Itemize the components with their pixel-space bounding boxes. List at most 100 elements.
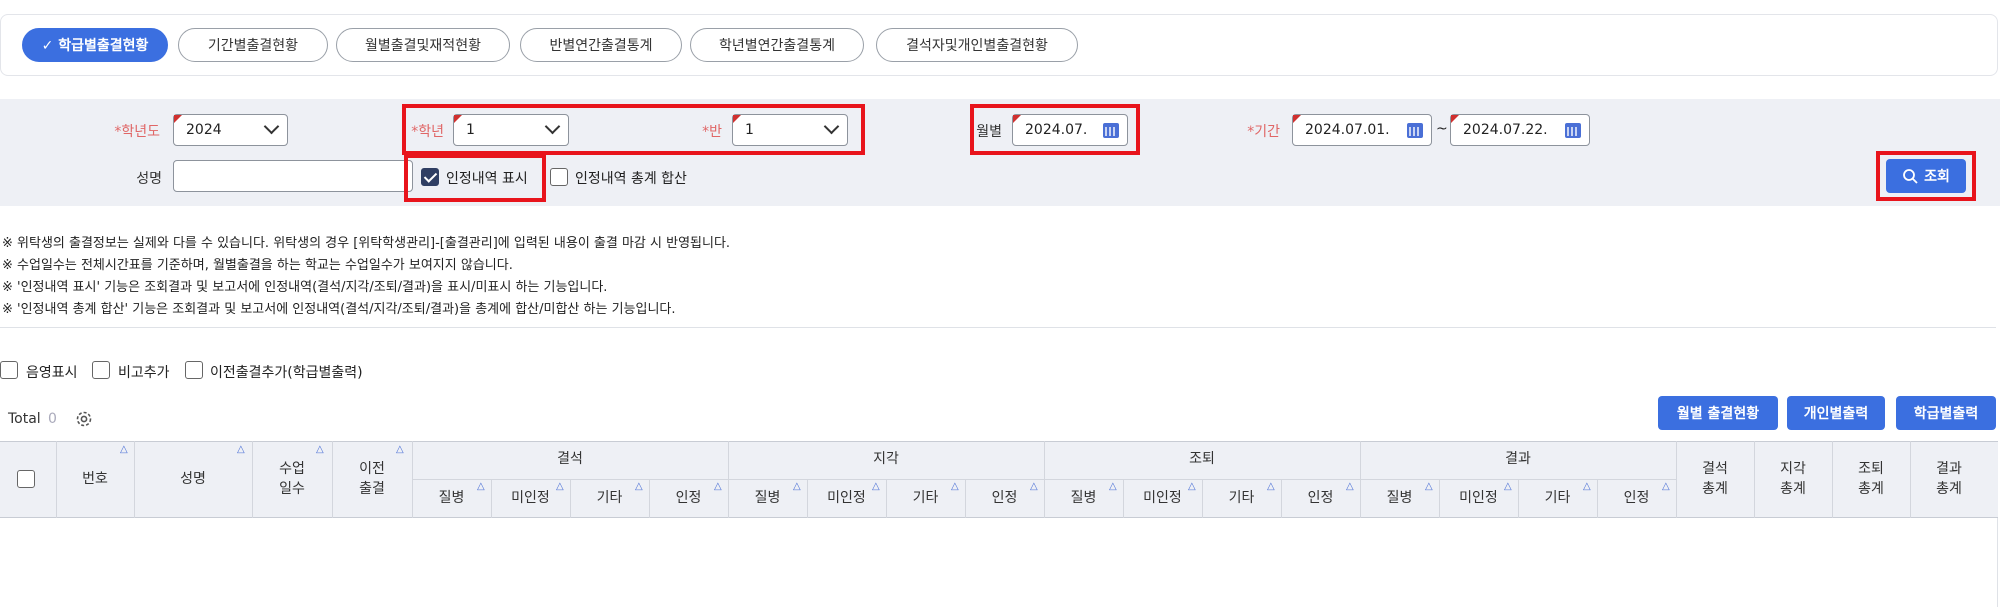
sort-icon[interactable]: △ <box>1425 481 1433 492</box>
period-end-picker[interactable]: 2024.07.22. <box>1450 114 1590 146</box>
sort-icon[interactable]: △ <box>951 481 959 492</box>
sort-icon[interactable]: △ <box>316 444 324 455</box>
col-divider <box>1910 441 1911 518</box>
col-divider <box>1754 441 1755 518</box>
col-divider <box>134 441 135 518</box>
search-button-label: 조회 <box>1924 169 1950 185</box>
col-divider <box>570 479 571 518</box>
th-name[interactable]: 성명 <box>134 441 252 518</box>
note-3: ※ '인정내역 표시' 기능은 조회결과 및 보고서에 인정내역(결석/지각/조… <box>2 280 608 295</box>
col-divider <box>252 441 253 518</box>
th-total[interactable]: 지각 총계 <box>1754 441 1832 518</box>
sort-icon[interactable]: △ <box>1583 481 1591 492</box>
sort-icon[interactable]: △ <box>477 481 485 492</box>
school-year-value: 2024 <box>186 122 222 138</box>
month-picker[interactable]: 2024.07. <box>1012 114 1128 146</box>
th-total[interactable]: 결과 총계 <box>1910 441 1988 518</box>
sum-approved-label: 인정내역 총계 합산 <box>575 171 687 187</box>
show-approved-checkbox[interactable] <box>421 168 439 186</box>
sort-icon[interactable]: △ <box>1504 481 1512 492</box>
col-divider <box>886 479 887 518</box>
total-label: Total <box>8 411 41 427</box>
class-select[interactable]: 1 <box>732 114 848 146</box>
period-tilde: ~ <box>1436 121 1448 137</box>
th-group: 결과 <box>1505 451 1531 468</box>
sort-icon[interactable]: △ <box>556 481 564 492</box>
tab-absentee-personal[interactable]: 결석자및개인별출결현황 <box>876 28 1078 62</box>
period-end-value: 2024.07.22. <box>1463 122 1548 138</box>
table-body <box>0 518 1998 607</box>
col-divider <box>1123 479 1124 518</box>
sort-icon[interactable]: △ <box>1030 481 1038 492</box>
col-divider <box>1518 479 1519 518</box>
total-count: 0 <box>48 411 57 427</box>
col-divider <box>491 479 492 518</box>
prev-attendance-checkbox[interactable] <box>185 361 203 379</box>
school-year-label: *학년도 <box>114 124 160 140</box>
col-divider <box>412 441 413 518</box>
prev-attendance-label: 이전출결추가(학급별출력) <box>210 365 363 381</box>
sort-icon[interactable]: △ <box>714 481 722 492</box>
divider <box>0 327 1996 328</box>
sort-icon[interactable]: △ <box>1346 481 1354 492</box>
monthly-attendance-button[interactable]: 월별 출결현황 <box>1658 396 1778 430</box>
tab-grade-annual-stats[interactable]: 학년별연간출결통계 <box>690 28 864 62</box>
sort-icon[interactable]: △ <box>1188 481 1196 492</box>
sum-approved-checkbox[interactable] <box>550 168 568 186</box>
tab-monthly-attendance[interactable]: 월별출결및재적현황 <box>336 28 510 62</box>
sort-icon[interactable]: △ <box>793 481 801 492</box>
sort-icon[interactable]: △ <box>237 444 245 455</box>
school-year-select[interactable]: 2024 <box>173 114 288 146</box>
col-divider <box>807 479 808 518</box>
sort-icon[interactable]: △ <box>1109 481 1117 492</box>
shading-label: 음영표시 <box>26 365 78 381</box>
tab-class-annual-stats[interactable]: 반별연간출결통계 <box>520 28 682 62</box>
calendar-icon[interactable] <box>1565 123 1581 138</box>
month-label: 월별 <box>976 124 1002 140</box>
select-all-checkbox[interactable] <box>17 470 35 488</box>
show-approved-label: 인정내역 표시 <box>446 171 528 187</box>
th-total[interactable]: 결석 총계 <box>1676 441 1754 518</box>
col-divider <box>649 479 650 518</box>
note-1: ※ 위탁생의 출결정보는 실제와 다를 수 있습니다. 위탁생의 경우 [위탁학… <box>2 236 731 251</box>
class-label: *반 <box>702 124 722 140</box>
th-group: 지각 <box>873 451 899 468</box>
tab-class-attendance[interactable]: ✓ 학급별출결현황 <box>22 28 168 62</box>
sort-icon[interactable]: △ <box>1662 481 1670 492</box>
remark-checkbox[interactable] <box>92 361 110 379</box>
chevron-down-icon <box>544 118 561 135</box>
sort-icon[interactable]: △ <box>396 444 404 455</box>
grade-select[interactable]: 1 <box>453 114 569 146</box>
note-4: ※ '인정내역 총계 합산' 기능은 조회결과 및 보고서에 인정내역(결석/지… <box>2 302 676 317</box>
th-total[interactable]: 조퇴 총계 <box>1832 441 1910 518</box>
sort-icon[interactable]: △ <box>1267 481 1275 492</box>
calendar-icon[interactable] <box>1407 123 1423 138</box>
sort-icon[interactable]: △ <box>635 481 643 492</box>
class-value: 1 <box>745 122 754 138</box>
search-button[interactable]: 조회 <box>1886 159 1966 193</box>
th-group: 조퇴 <box>1189 451 1215 468</box>
col-divider <box>1281 479 1282 518</box>
chevron-down-icon <box>823 118 840 135</box>
col-divider <box>1832 441 1833 518</box>
name-label: 성명 <box>136 171 162 187</box>
note-2: ※ 수업일수는 전체시간표를 기준하며, 월별출결을 하는 학교는 수업일수가 … <box>2 258 513 273</box>
personal-print-button[interactable]: 개인별출력 <box>1787 396 1885 430</box>
gear-icon[interactable] <box>74 409 94 429</box>
name-input[interactable] <box>173 160 413 192</box>
shading-checkbox[interactable] <box>0 361 18 379</box>
grade-value: 1 <box>466 122 475 138</box>
tab-period-attendance[interactable]: 기간별출결현황 <box>178 28 328 62</box>
sort-icon[interactable]: △ <box>120 444 128 455</box>
search-icon <box>1903 169 1918 184</box>
calendar-icon[interactable] <box>1103 123 1119 138</box>
col-divider <box>1597 479 1598 518</box>
sort-icon[interactable]: △ <box>872 481 880 492</box>
grade-label: *학년 <box>411 124 444 140</box>
chevron-down-icon <box>263 118 280 135</box>
period-start-picker[interactable]: 2024.07.01. <box>1292 114 1432 146</box>
remark-label: 비고추가 <box>118 365 170 381</box>
col-divider <box>56 441 57 518</box>
class-print-button[interactable]: 학급별출력 <box>1896 396 1996 430</box>
row-divider <box>412 479 1676 480</box>
